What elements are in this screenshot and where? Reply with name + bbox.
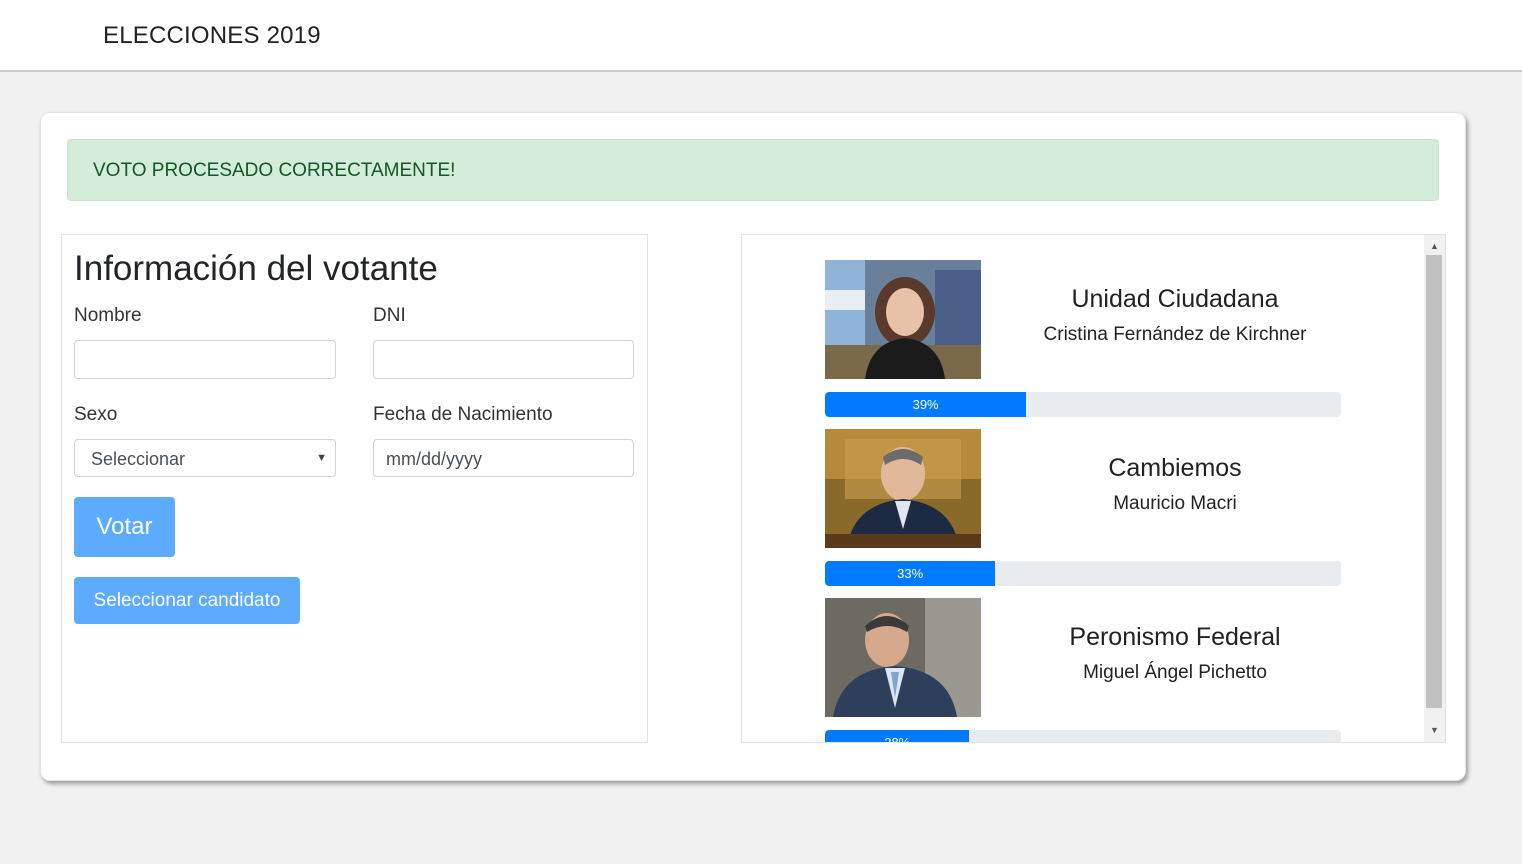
candidates-scrollbar[interactable]: ▲ ▼ xyxy=(1424,235,1445,742)
dni-label: DNI xyxy=(373,305,406,326)
caret-down-icon: ▼ xyxy=(316,452,327,464)
fecha-nacimiento-label: Fecha de Nacimiento xyxy=(373,404,553,425)
dni-input[interactable] xyxy=(373,340,634,379)
top-navbar: ELECCIONES 2019 xyxy=(0,0,1522,72)
candidate-photo[interactable] xyxy=(825,598,981,717)
seleccionar-candidato-button[interactable]: Seleccionar candidato xyxy=(74,577,300,624)
vote-progress-fill: 39% xyxy=(825,392,1027,417)
candidate-name: Mauricio Macri xyxy=(1113,493,1237,514)
scroll-up-arrow-icon[interactable]: ▲ xyxy=(1424,237,1445,255)
sexo-selected-value: Seleccionar xyxy=(91,449,186,469)
vote-progress-bar: 28% xyxy=(825,730,1341,742)
vote-progress-bar: 39% xyxy=(825,392,1341,417)
fecha-nacimiento-input[interactable]: mm/dd/yyyy xyxy=(373,439,634,477)
candidate-photo[interactable] xyxy=(825,429,981,548)
votar-button[interactable]: Votar xyxy=(74,497,175,557)
candidate-party: Cambiemos xyxy=(1108,454,1242,482)
form-title: Información del votante xyxy=(74,249,438,288)
sexo-select[interactable]: Seleccionar ▼ xyxy=(74,439,336,477)
app-title[interactable]: ELECCIONES 2019 xyxy=(103,22,321,50)
fecha-placeholder: mm/dd/yyyy xyxy=(386,449,483,469)
candidate-photo[interactable] xyxy=(825,260,981,379)
nombre-label: Nombre xyxy=(74,305,142,326)
main-card: VOTO PROCESADO CORRECTAMENTE! Informació… xyxy=(40,112,1466,781)
nombre-input[interactable] xyxy=(74,340,336,379)
candidate-party: Peronismo Federal xyxy=(1069,623,1281,651)
vote-progress-fill: 28% xyxy=(825,730,970,742)
candidate-name: Cristina Fernández de Kirchner xyxy=(1043,324,1307,345)
candidates-panel[interactable]: Unidad Ciudadana Cristina Fernández de K… xyxy=(741,234,1446,743)
candidate-name: Miguel Ángel Pichetto xyxy=(1083,662,1267,683)
voter-form-panel: Información del votante Nombre DNI Sexo … xyxy=(61,234,648,743)
scrollbar-thumb[interactable] xyxy=(1426,255,1442,708)
candidate-party: Unidad Ciudadana xyxy=(1071,285,1279,313)
sexo-label: Sexo xyxy=(74,404,118,425)
vote-progress-bar: 33% xyxy=(825,561,1341,586)
success-alert: VOTO PROCESADO CORRECTAMENTE! xyxy=(67,139,1439,201)
scroll-down-arrow-icon[interactable]: ▼ xyxy=(1424,721,1445,739)
vote-progress-fill: 33% xyxy=(825,561,996,586)
